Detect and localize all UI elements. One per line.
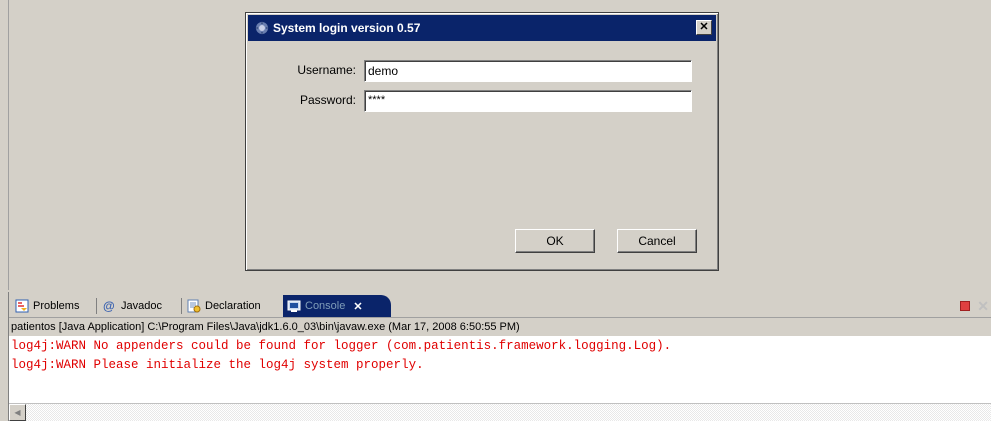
remove-launch-icon[interactable]: ✕ [977, 298, 989, 315]
tab-label: Console [305, 300, 346, 312]
tab-javadoc[interactable]: @ Javadoc [99, 295, 166, 317]
tab-label: Javadoc [121, 300, 162, 312]
tab-label: Declaration [205, 300, 261, 312]
close-tab-icon[interactable]: ✕ [353, 300, 362, 313]
password-field[interactable]: **** [364, 90, 692, 112]
console-icon [287, 300, 301, 312]
password-label: Password: [299, 93, 356, 107]
dialog-titlebar[interactable]: System login version 0.57 ✕ [248, 15, 716, 41]
at-icon: @ [103, 299, 115, 313]
login-dialog: System login version 0.57 ✕ Username: de… [245, 12, 719, 271]
scroll-left-icon[interactable]: ◀ [9, 404, 26, 421]
declaration-icon [187, 299, 201, 313]
username-label: Username: [297, 63, 356, 77]
tab-divider [181, 298, 182, 314]
horizontal-scrollbar[interactable]: ◀ [9, 403, 991, 421]
process-description: patientos [Java Application] C:\Program … [9, 318, 991, 336]
tab-label: Problems [33, 300, 80, 312]
dialog-title: System login version 0.57 [273, 21, 421, 35]
tab-console[interactable]: Console ✕ [283, 295, 391, 317]
console-line: log4j:WARN No appenders could be found f… [11, 339, 672, 353]
panel-tab-bar: Problems @ Javadoc Declaration Console ✕ [9, 292, 991, 318]
terminate-icon[interactable] [960, 301, 970, 311]
console-output[interactable]: log4j:WARN No appenders could be found f… [9, 336, 991, 402]
close-icon: ✕ [699, 21, 709, 33]
username-field[interactable]: demo [364, 60, 692, 82]
ok-button[interactable]: OK [515, 229, 595, 253]
tab-declaration[interactable]: Declaration [183, 295, 265, 317]
problems-icon [15, 299, 29, 313]
console-panel: Problems @ Javadoc Declaration Console ✕ [8, 292, 991, 421]
editor-border [8, 0, 9, 290]
tab-divider [96, 298, 97, 314]
console-line: log4j:WARN Please initialize the log4j s… [11, 358, 424, 372]
tab-problems[interactable]: Problems [11, 295, 83, 317]
close-button[interactable]: ✕ [696, 20, 712, 35]
cancel-button[interactable]: Cancel [617, 229, 697, 253]
java-app-icon [255, 21, 269, 35]
